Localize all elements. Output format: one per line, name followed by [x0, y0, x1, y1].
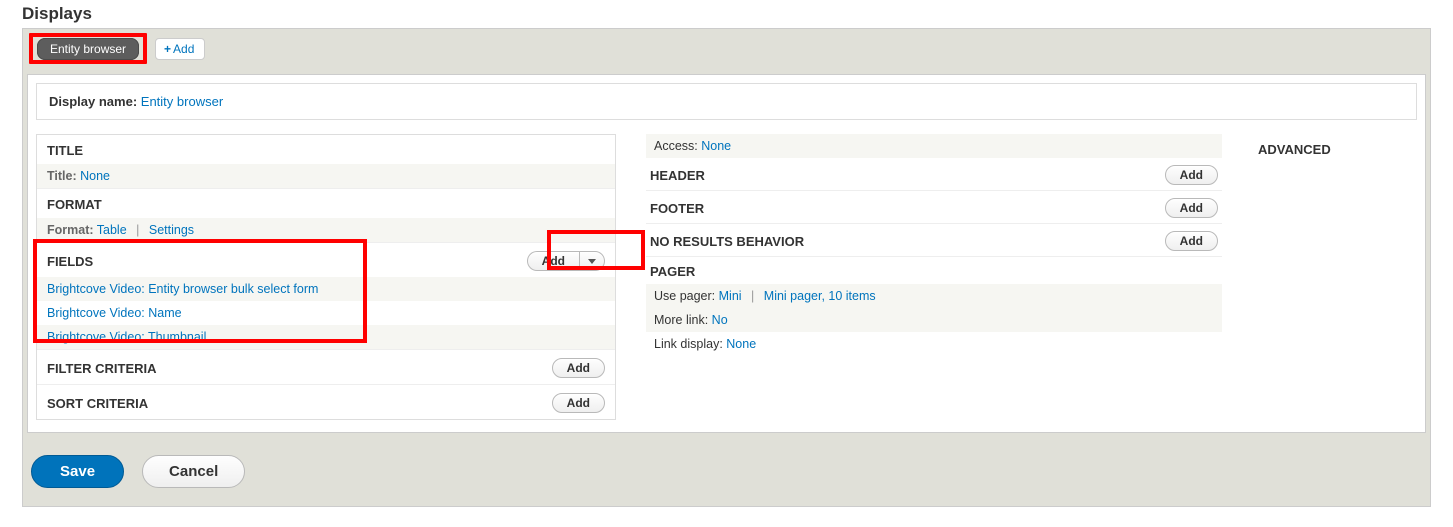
noresults-heading: NO RESULTS BEHAVIOR — [650, 234, 804, 249]
field-link[interactable]: Brightcove Video: Name — [47, 306, 182, 320]
chevron-down-icon — [588, 259, 596, 264]
display-settings: Display name: Entity browser TITLE Title… — [27, 74, 1426, 433]
advanced-heading[interactable]: ADVANCED — [1258, 134, 1411, 157]
format-heading: FORMAT — [37, 188, 615, 218]
pager-use-label: Use pager: — [654, 289, 715, 303]
fields-add-group: Add — [527, 251, 605, 271]
cancel-button[interactable]: Cancel — [142, 455, 245, 488]
fields-heading: FIELDS — [47, 254, 93, 269]
display-name-value[interactable]: Entity browser — [141, 94, 223, 109]
display-name-label: Display name: — [49, 94, 137, 109]
fields-add-button[interactable]: Add — [527, 251, 579, 271]
field-link[interactable]: Brightcove Video: Thumbnail — [47, 330, 206, 344]
access-row: Access: None — [646, 134, 1222, 158]
right-column: ADVANCED — [1252, 134, 1417, 157]
format-row: Format: Table | Settings — [37, 218, 615, 242]
access-value[interactable]: None — [701, 139, 731, 153]
sort-heading: SORT CRITERIA — [47, 396, 148, 411]
title-value[interactable]: None — [80, 169, 110, 183]
displays-container: Entity browser +Add Display name: Entity… — [22, 28, 1431, 507]
filter-heading: FILTER CRITERIA — [47, 361, 157, 376]
format-value[interactable]: Table — [97, 223, 127, 237]
title-heading: TITLE — [37, 135, 615, 164]
pager-more-label: More link: — [654, 313, 708, 327]
field-item: Brightcove Video: Thumbnail — [37, 325, 615, 349]
pager-use-value[interactable]: Mini — [719, 289, 742, 303]
fields-heading-row: FIELDS Add — [37, 243, 615, 277]
pager-link-row: Link display: None — [646, 332, 1222, 356]
sort-heading-row: SORT CRITERIA Add — [37, 384, 615, 419]
footer-heading: FOOTER — [650, 201, 704, 216]
filter-add-button[interactable]: Add — [552, 358, 605, 378]
save-button[interactable]: Save — [31, 455, 124, 488]
pager-use-row: Use pager: Mini | Mini pager, 10 items — [646, 284, 1222, 308]
footer-add-button[interactable]: Add — [1165, 198, 1218, 218]
header-heading: HEADER — [650, 168, 705, 183]
pager-link-label: Link display: — [654, 337, 723, 351]
add-display-button[interactable]: +Add — [155, 38, 205, 60]
pager-detail[interactable]: Mini pager, 10 items — [764, 289, 876, 303]
separator: | — [751, 289, 754, 303]
format-label: Format: — [47, 223, 94, 237]
action-buttons: Save Cancel — [23, 433, 1430, 488]
title-row: Title: None — [37, 164, 615, 188]
filter-heading-row: FILTER CRITERIA Add — [37, 349, 615, 384]
format-settings[interactable]: Settings — [149, 223, 194, 237]
display-tabs: Entity browser +Add — [23, 29, 1430, 74]
noresults-heading-row: NO RESULTS BEHAVIOR Add — [646, 223, 1222, 256]
pager-heading: PAGER — [646, 256, 1222, 284]
page-title: Displays — [22, 4, 1431, 24]
field-item: Brightcove Video: Name — [37, 301, 615, 325]
plus-icon: + — [164, 42, 171, 56]
fields-section: FIELDS Add Brightcove Video: Entity brow… — [37, 242, 615, 349]
left-column: TITLE Title: None FORMAT Format: Table |… — [36, 134, 616, 420]
pager-more-row: More link: No — [646, 308, 1222, 332]
header-heading-row: HEADER Add — [646, 158, 1222, 190]
noresults-add-button[interactable]: Add — [1165, 231, 1218, 251]
pager-link-value[interactable]: None — [726, 337, 756, 351]
tab-entity-browser[interactable]: Entity browser — [37, 38, 139, 60]
title-label: Title: — [47, 169, 77, 183]
header-add-button[interactable]: Add — [1165, 165, 1218, 185]
middle-column: Access: None HEADER Add FOOTER Add NO RE… — [646, 134, 1222, 356]
add-display-label: Add — [173, 42, 194, 56]
field-link[interactable]: Brightcove Video: Entity browser bulk se… — [47, 282, 318, 296]
highlight-active-tab: Entity browser — [29, 33, 147, 64]
pager-more-value[interactable]: No — [712, 313, 728, 327]
separator: | — [136, 223, 139, 237]
fields-add-dropdown[interactable] — [579, 251, 605, 271]
footer-heading-row: FOOTER Add — [646, 190, 1222, 223]
access-label: Access: — [654, 139, 698, 153]
display-name-row: Display name: Entity browser — [36, 83, 1417, 120]
sort-add-button[interactable]: Add — [552, 393, 605, 413]
field-item: Brightcove Video: Entity browser bulk se… — [37, 277, 615, 301]
